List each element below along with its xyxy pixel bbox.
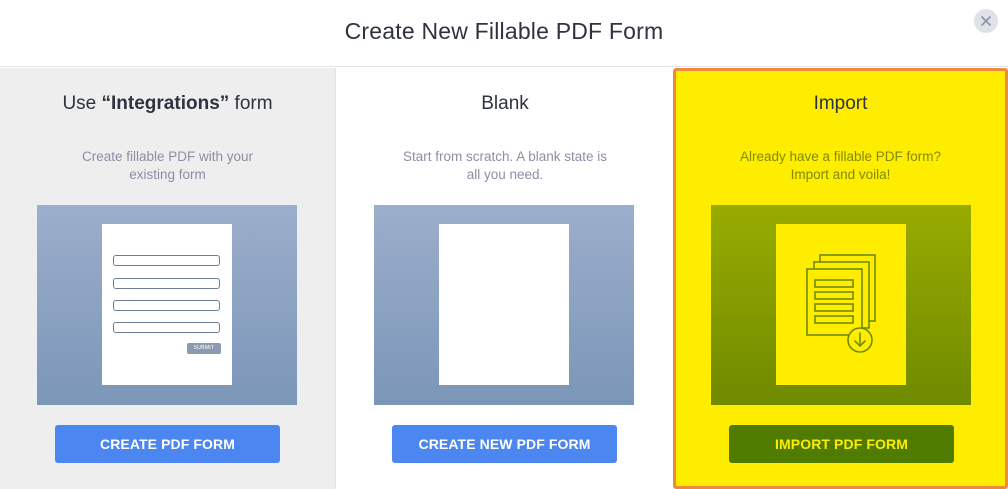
blank-page-preview — [439, 224, 569, 385]
integrations-description: Create fillable PDF with your existing f… — [81, 149, 254, 182]
close-icon — [981, 16, 991, 26]
preview-field — [113, 278, 220, 289]
blank-preview — [374, 205, 634, 405]
modal-title: Create New Fillable PDF Form — [344, 18, 664, 44]
close-button[interactable] — [974, 9, 998, 33]
pdf-import-icon — [806, 254, 876, 353]
create-pdf-form-modal: Create New Fillable PDF Form Use “Integr… — [0, 0, 1008, 489]
import-title: Import — [813, 93, 868, 114]
integrations-option-panel[interactable]: Use “Integrations” form Create fillable … — [0, 68, 336, 489]
import-preview-card — [776, 224, 906, 385]
blank-description: Start from scratch. A blank state is all… — [402, 149, 608, 182]
modal-header: Create New Fillable PDF Form — [0, 0, 1008, 67]
integrations-preview: SUBMIT — [37, 205, 297, 405]
import-pdf-form-button[interactable]: IMPORT PDF FORM — [729, 425, 954, 463]
create-new-pdf-form-button[interactable]: CREATE NEW PDF FORM — [392, 425, 617, 463]
preview-field — [113, 255, 220, 266]
create-pdf-form-button[interactable]: CREATE PDF FORM — [55, 425, 280, 463]
form-preview-page: SUBMIT — [102, 224, 232, 385]
import-option-panel[interactable]: Import Already have a fillable PDF form?… — [673, 68, 1008, 489]
preview-submit-button: SUBMIT — [187, 343, 221, 354]
import-preview — [711, 205, 971, 405]
preview-field — [113, 322, 220, 333]
blank-option-panel[interactable]: Blank Start from scratch. A blank state … — [337, 68, 673, 489]
preview-field — [113, 300, 220, 311]
import-description: Already have a fillable PDF form? Import… — [739, 149, 942, 182]
integrations-title: Use “Integrations” form — [62, 93, 273, 114]
blank-title: Blank — [481, 93, 529, 114]
